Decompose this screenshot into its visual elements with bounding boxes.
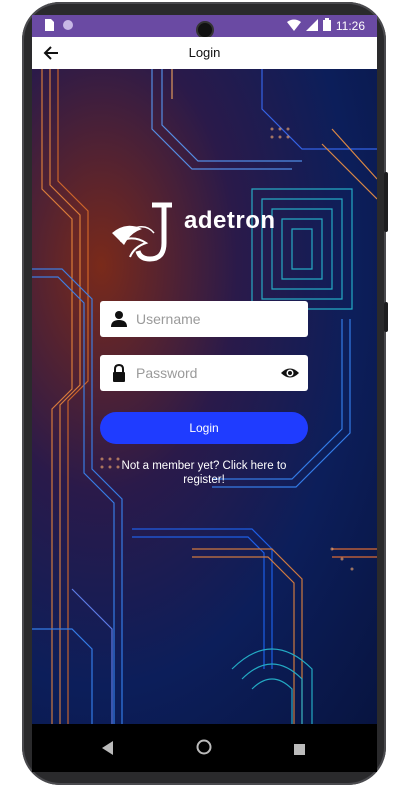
register-link[interactable]: Not a member yet? Click here to register…: [102, 459, 306, 487]
system-nav-bar: [32, 724, 377, 772]
back-triangle-icon[interactable]: [102, 741, 114, 760]
recents-square-icon[interactable]: [294, 742, 305, 760]
battery-icon: [322, 18, 331, 34]
username-input[interactable]: [136, 305, 266, 333]
password-field[interactable]: [100, 355, 308, 391]
volume-button: [384, 172, 388, 232]
login-button[interactable]: Login: [100, 412, 308, 444]
password-input[interactable]: [136, 359, 266, 387]
wifi-icon: [286, 19, 301, 34]
username-field[interactable]: [100, 301, 308, 337]
circuit-pattern: [32, 69, 377, 724]
clock-time: 11:26: [335, 19, 365, 33]
power-button: [384, 302, 388, 332]
screen: 11:26 Login adetron Username Login Not a…: [32, 15, 377, 772]
brand-name: adetron: [184, 207, 276, 234]
lock-icon: [110, 363, 128, 382]
app-bar: Login: [32, 37, 377, 70]
circuit-background: adetron Login Not a member yet? Click he…: [32, 69, 377, 724]
signal-icon: [305, 18, 318, 34]
person-icon: [110, 310, 128, 328]
eye-icon[interactable]: [280, 363, 300, 383]
page-title: Login: [188, 45, 221, 60]
circle-status-icon: [62, 19, 74, 34]
sim-icon: [44, 19, 54, 34]
home-circle-icon[interactable]: [196, 739, 212, 760]
